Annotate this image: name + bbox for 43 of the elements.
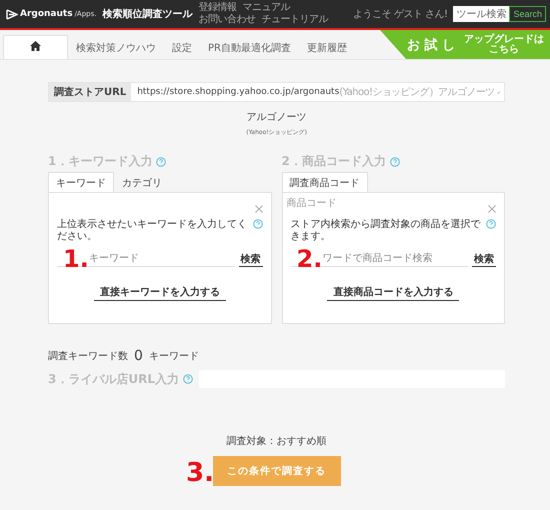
help-icon[interactable] bbox=[252, 219, 262, 229]
direct-input-button[interactable]: 直接商品コードを入力する bbox=[327, 285, 460, 301]
close-icon[interactable] bbox=[488, 205, 496, 213]
close-icon[interactable] bbox=[254, 205, 262, 213]
keyword-count-label: 調査キーワード数 bbox=[48, 350, 128, 363]
direct-input-button[interactable]: 直接キーワードを入力する bbox=[94, 285, 226, 301]
nav-link[interactable]: マニュアル bbox=[242, 2, 290, 14]
keyword-count: 0 bbox=[134, 348, 143, 364]
section-heading: 1．キーワード入力 bbox=[48, 153, 152, 170]
step-annotation: 3. bbox=[186, 458, 214, 488]
search-button[interactable]: 検索 bbox=[238, 252, 262, 267]
nav-link[interactable]: 登録情報 bbox=[198, 2, 236, 14]
prompt-text: 上位表示させたいキーワードを入力してください。 bbox=[57, 219, 248, 243]
trial-label: お 試 し bbox=[406, 36, 455, 54]
panel-tab[interactable]: カテゴリ bbox=[114, 172, 170, 193]
help-icon[interactable] bbox=[182, 374, 193, 384]
welcome-text: ようこそ ゲスト さん! bbox=[353, 8, 448, 21]
app-title: 検索順位調査ツール bbox=[102, 7, 192, 21]
store-url-label: 調査ストアURL bbox=[49, 83, 132, 101]
prompt-text: ストア内検索から調査対象の商品を選択できます。 bbox=[290, 219, 482, 243]
store-url-field[interactable]: 調査ストアURL https://store.shopping.yahoo.co.jp/argonauts(Yahoo!ショッピング）アルゴノーツ bbox=[48, 82, 505, 102]
home-tab[interactable] bbox=[3, 35, 68, 59]
nav-link[interactable]: お問い合わせ bbox=[198, 14, 256, 26]
search-field[interactable]: ツール検索 bbox=[453, 6, 510, 22]
logo-icon bbox=[6, 8, 18, 20]
search-button[interactable]: 検索 bbox=[472, 252, 496, 267]
store-name: (Yahoo!ショッピング）アルゴノーツ bbox=[339, 86, 495, 99]
help-icon[interactable] bbox=[486, 219, 496, 229]
search-button[interactable]: Search bbox=[509, 6, 546, 22]
target-text: 調査対象：おすすめ順 bbox=[226, 434, 328, 448]
panel-tab[interactable]: 調査商品コード bbox=[282, 172, 368, 193]
panel-tab[interactable]: キーワード bbox=[48, 172, 114, 193]
home-icon bbox=[30, 41, 41, 51]
panel-caption: 商品コード bbox=[286, 196, 336, 210]
help-icon[interactable] bbox=[156, 156, 166, 166]
store-url: https://store.shopping.yahoo.co.jp/argonauts bbox=[136, 87, 340, 97]
section-heading: 2．商品コード入力 bbox=[282, 153, 386, 170]
keyword-count-unit: キーワード bbox=[148, 350, 199, 363]
store-title: アルゴノーツ bbox=[246, 111, 306, 124]
logo-text: Argonauts bbox=[20, 9, 73, 19]
section-heading: 3．ライバル店URL入力 bbox=[48, 370, 179, 388]
nav-link[interactable]: チュートリアル bbox=[261, 14, 328, 26]
help-icon[interactable] bbox=[390, 156, 400, 166]
